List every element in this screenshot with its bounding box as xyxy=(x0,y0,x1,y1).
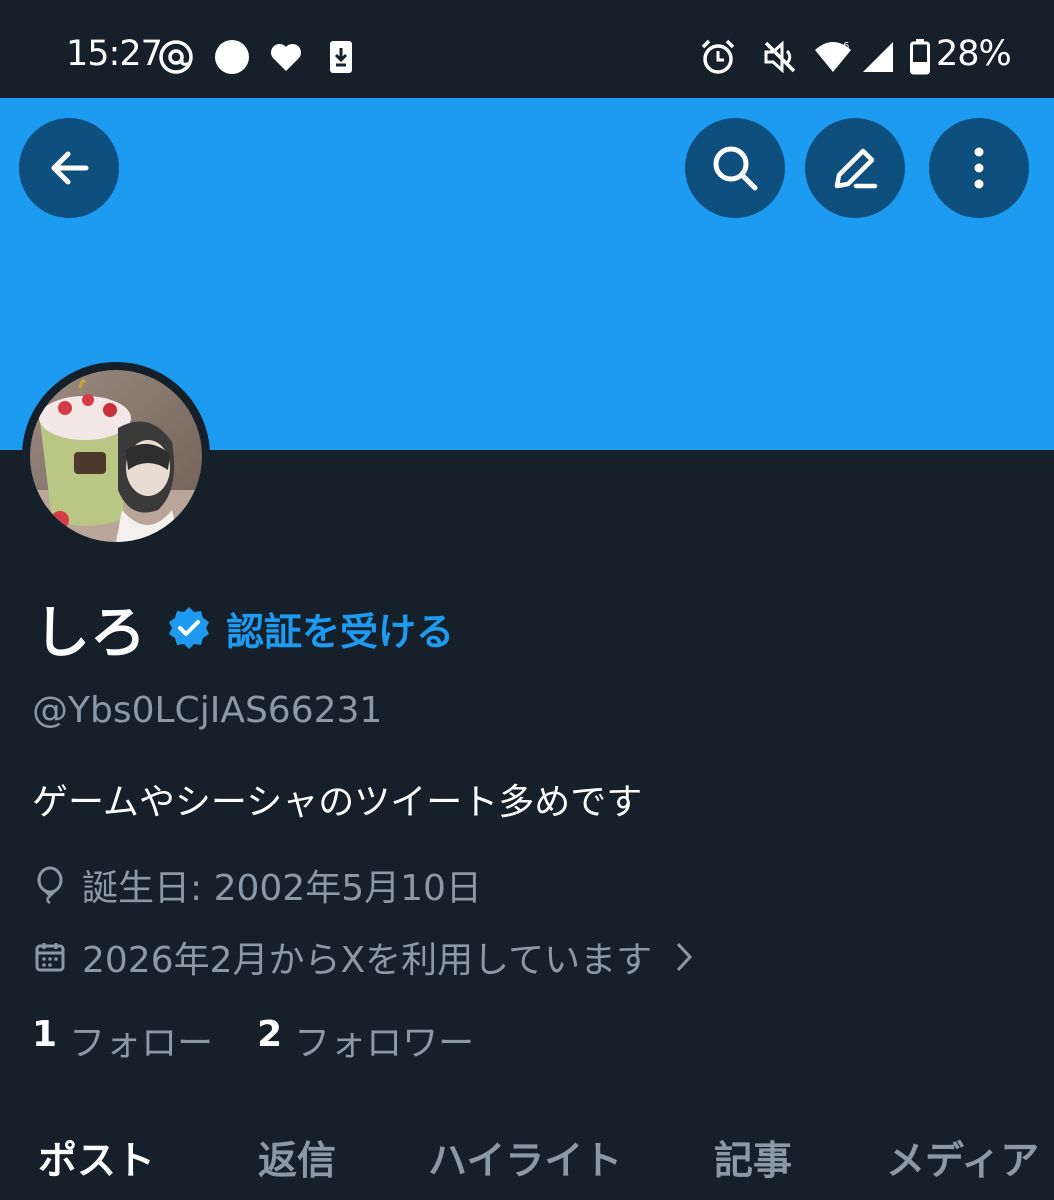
status-time: 15:27 xyxy=(66,34,163,74)
mute-icon xyxy=(760,38,800,76)
wifi-icon: 6 xyxy=(812,38,854,76)
battery-percent: 28% xyxy=(936,34,1012,74)
following-label: フォロー xyxy=(69,1023,214,1064)
tab-media[interactable]: メディア xyxy=(886,1130,1039,1186)
joined-text: 2026年2月からXを利用しています xyxy=(82,940,653,981)
profile-tabs: ポスト 返信 ハイライト 記事 メディア xyxy=(0,1122,1054,1200)
joined-row[interactable]: 2026年2月からXを利用しています xyxy=(32,932,694,982)
balloon-icon xyxy=(32,865,68,905)
tab-highlights[interactable]: ハイライト xyxy=(428,1130,622,1186)
calendar-icon xyxy=(32,937,68,977)
edit-button[interactable] xyxy=(805,118,905,218)
user-bio: ゲームやシーシャのツイート多めです xyxy=(32,782,643,823)
tab-posts[interactable]: ポスト xyxy=(38,1130,155,1186)
following-link[interactable]: 1 フォロー xyxy=(32,1014,213,1066)
edit-icon xyxy=(834,148,878,189)
download-icon xyxy=(326,38,356,76)
signal-icon xyxy=(860,38,896,76)
tab-articles[interactable]: 記事 xyxy=(714,1130,792,1186)
verified-badge-icon[interactable] xyxy=(166,605,212,651)
avatar[interactable] xyxy=(22,362,210,550)
threads-icon xyxy=(156,38,196,76)
chevron-right-icon xyxy=(674,940,694,974)
followers-count: 2 xyxy=(257,1014,283,1055)
name-row: しろ 認証を受ける xyxy=(34,590,454,666)
get-verified-link[interactable]: 認証を受ける xyxy=(226,601,454,656)
tab-replies[interactable]: 返信 xyxy=(258,1130,336,1186)
alarm-icon xyxy=(698,38,738,76)
search-button[interactable] xyxy=(685,118,785,218)
followers-link[interactable]: 2 フォロワー xyxy=(257,1014,474,1066)
back-icon xyxy=(51,151,89,185)
heart-icon xyxy=(268,38,304,76)
back-button[interactable] xyxy=(19,118,119,218)
more-button[interactable] xyxy=(929,118,1029,218)
user-handle: @Ybs0LCjIAS66231 xyxy=(32,690,383,731)
followers-label: フォロワー xyxy=(294,1023,475,1064)
avatar-image xyxy=(30,370,202,542)
status-bar: 15:27 6 28% xyxy=(0,0,1054,98)
battery-icon xyxy=(908,38,932,76)
search-icon xyxy=(713,146,758,191)
following-count: 1 xyxy=(32,1014,58,1055)
follow-stats: 1 フォロー 2 フォロワー xyxy=(32,1014,474,1066)
more-icon xyxy=(974,147,984,189)
birthday-row: 誕生日: 2002年5月10日 xyxy=(32,860,482,910)
birthday-text: 誕生日: 2002年5月10日 xyxy=(82,868,482,909)
circle-icon xyxy=(212,38,252,76)
svg-text:6: 6 xyxy=(843,41,849,52)
display-name: しろ xyxy=(34,600,146,666)
